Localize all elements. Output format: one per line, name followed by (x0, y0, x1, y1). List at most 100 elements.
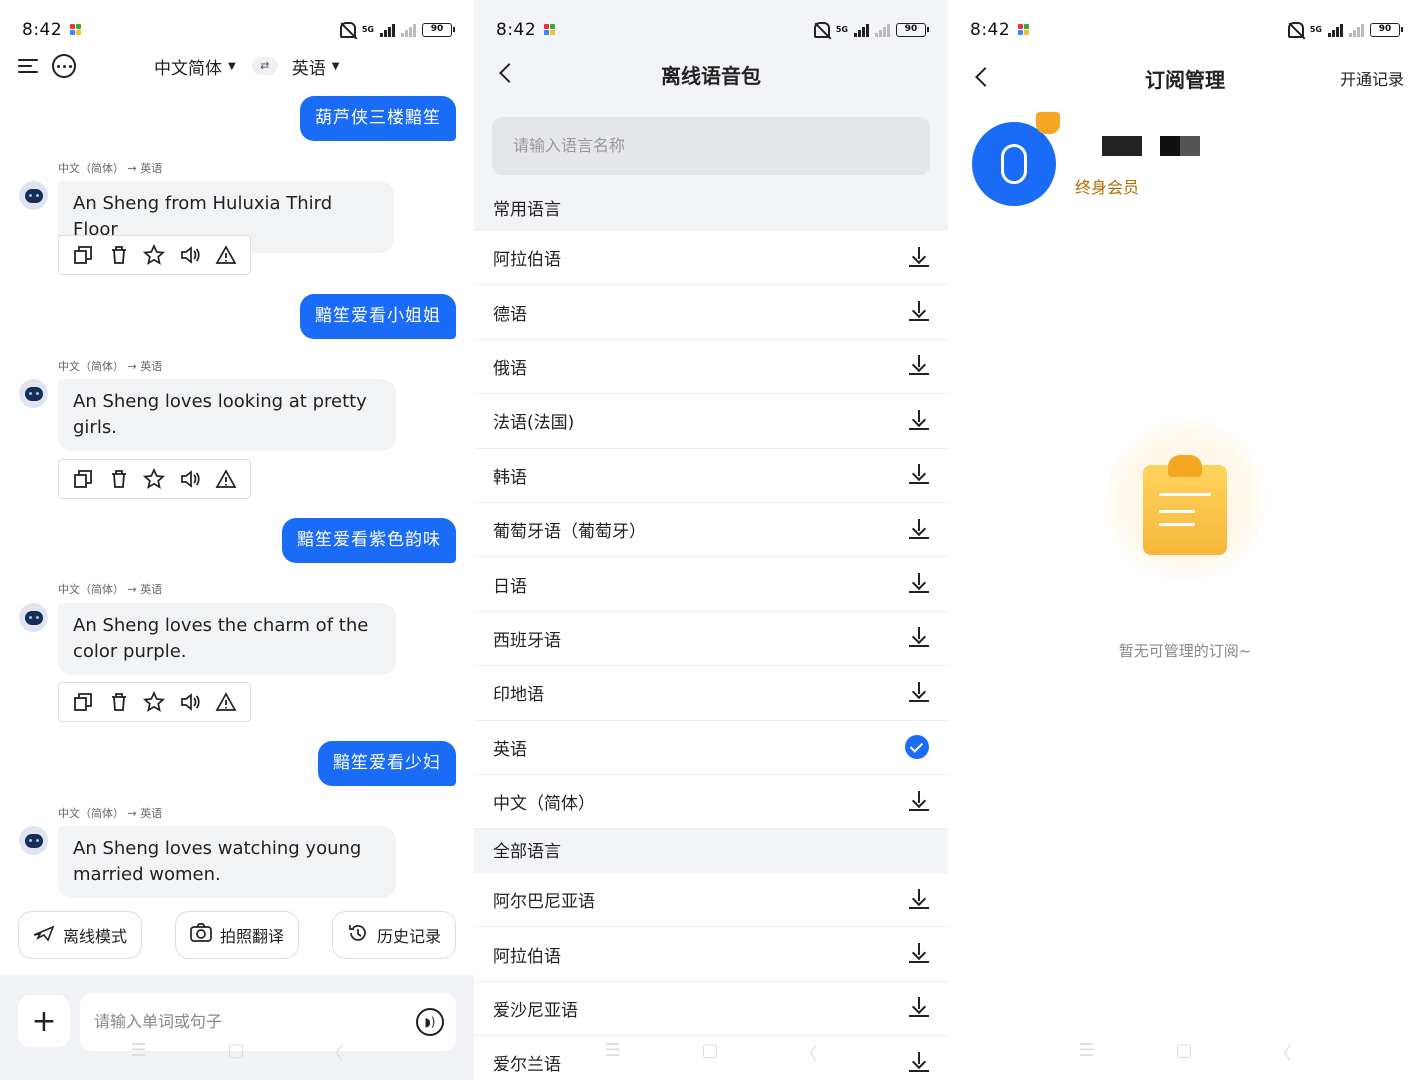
menu-icon[interactable] (18, 59, 40, 73)
copy-icon[interactable] (72, 244, 94, 266)
star-icon[interactable] (143, 244, 166, 266)
bot-avatar (19, 603, 48, 632)
warning-icon[interactable] (215, 244, 237, 266)
language-row[interactable]: 爱沙尼亚语 (474, 982, 948, 1037)
star-icon[interactable] (143, 468, 166, 490)
network-label: 5G (1309, 25, 1322, 34)
user-message[interactable]: 黯笙爱看小姐姐 (300, 294, 456, 339)
translation-direction: 中文（简体） → 英语 (58, 360, 163, 373)
download-icon[interactable] (909, 627, 929, 649)
language-row[interactable]: 德语 (474, 285, 948, 340)
back-icon[interactable] (499, 63, 519, 83)
language-row[interactable]: 法语(法国) (474, 394, 948, 449)
language-search-input[interactable]: 请输入语言名称 (492, 117, 930, 175)
download-icon[interactable] (909, 997, 929, 1019)
bot-translation[interactable]: An Sheng loves the charm of the color pu… (58, 603, 396, 675)
language-name: 中文（简体） (493, 794, 595, 815)
offline-mode-label: 离线模式 (62, 927, 127, 946)
copy-icon[interactable] (72, 691, 94, 713)
user-message[interactable]: 葫芦侠三楼黯笙 (300, 96, 456, 141)
download-icon[interactable] (909, 888, 929, 911)
download-icon[interactable] (909, 943, 929, 965)
battery-icon: 90 (896, 23, 929, 37)
language-row[interactable]: 印地语 (474, 666, 948, 721)
language-row[interactable]: 韩语 (474, 449, 948, 503)
crown-icon (1036, 112, 1060, 134)
download-icon[interactable] (909, 409, 929, 432)
speaker-icon[interactable] (179, 691, 201, 713)
warning-icon[interactable] (215, 691, 237, 713)
history-icon (347, 922, 369, 948)
back-icon[interactable] (975, 67, 995, 87)
speaker-icon[interactable] (179, 468, 201, 490)
signal-icon (1328, 23, 1343, 37)
translation-direction: 中文（简体） → 英语 (58, 583, 163, 596)
photo-translate-label: 拍照翻译 (219, 927, 284, 946)
voice-input-icon[interactable]: ◗) (416, 1008, 444, 1036)
language-name: 法语(法国) (493, 413, 575, 434)
empty-state-text: 暂无可管理的订阅~ (1118, 642, 1252, 660)
language-row[interactable]: 俄语 (474, 340, 948, 395)
battery-icon: 90 (1370, 23, 1403, 37)
mute-icon (1287, 22, 1304, 38)
user-message[interactable]: 黯笙爱看紫色韵味 (282, 518, 456, 563)
history-label: 历史记录 (376, 927, 441, 946)
header: 离线语音包 (474, 50, 948, 98)
target-language-selector[interactable]: 英语 (292, 54, 326, 79)
download-icon[interactable] (909, 355, 929, 377)
photo-translate-button[interactable]: 拍照翻译 (175, 911, 299, 959)
download-icon[interactable] (909, 464, 929, 486)
signal-2-icon (1349, 23, 1364, 37)
bot-translation[interactable]: An Sheng loves watching young married wo… (58, 826, 396, 898)
purchase-record-link[interactable]: 开通记录 (1340, 66, 1404, 90)
bot-avatar (19, 826, 48, 855)
network-label: 5G (361, 25, 374, 34)
message-actions (58, 459, 251, 499)
status-time: 8:42 (496, 20, 537, 40)
language-name: 日语 (493, 576, 527, 597)
ai-chat-icon[interactable] (52, 54, 76, 78)
download-icon[interactable] (909, 790, 929, 813)
translation-direction: 中文（简体） → 英语 (58, 162, 163, 175)
swap-languages-icon[interactable]: ⇄ (251, 57, 278, 75)
delete-icon[interactable] (108, 468, 130, 490)
warning-icon[interactable] (215, 468, 237, 490)
language-switcher: 中文简体 ▼ ⇄ 英语 ▼ (154, 50, 339, 82)
language-row[interactable]: 阿拉伯语 (474, 927, 948, 982)
language-name: 韩语 (493, 467, 527, 488)
delete-icon[interactable] (108, 691, 130, 713)
download-icon[interactable] (909, 246, 929, 269)
language-row[interactable]: 阿尔巴尼亚语 (474, 873, 948, 928)
language-row[interactable]: 中文（简体） (474, 775, 948, 830)
language-row[interactable]: 葡萄牙语（葡萄牙） (474, 503, 948, 558)
language-name: 德语 (493, 304, 527, 325)
history-button[interactable]: 历史记录 (332, 911, 456, 959)
offline-mode-button[interactable]: 离线模式 (18, 911, 142, 959)
header: 订阅管理 开通记录 (948, 54, 1422, 102)
status-bar: 8:42 5G 90 (496, 18, 929, 42)
source-language-selector[interactable]: 中文简体 (154, 54, 222, 79)
download-icon[interactable] (909, 518, 929, 541)
language-row[interactable]: 英语 (474, 721, 948, 775)
download-icon[interactable] (909, 681, 929, 704)
speaker-icon[interactable] (179, 244, 201, 266)
copy-icon[interactable] (72, 468, 94, 490)
user-message[interactable]: 黯笙爱看少妇 (318, 741, 456, 786)
download-icon[interactable] (909, 573, 929, 595)
member-type-label: 终身会员 (1075, 178, 1140, 197)
language-name: 印地语 (493, 685, 544, 706)
signal-icon (854, 23, 869, 37)
status-bar: 8:42 5G 90 (22, 18, 455, 42)
language-name: 阿尔巴尼亚语 (493, 892, 595, 913)
message-actions (58, 235, 251, 275)
subscription-screen: 8:42 5G 90 订阅管理 开通记录 终身会员 暂无可管理的订阅~ ☰ ▢ 〈 (948, 0, 1422, 1080)
download-icon[interactable] (909, 301, 929, 323)
language-row[interactable]: 日语 (474, 557, 948, 612)
delete-icon[interactable] (108, 244, 130, 266)
chevron-down-icon: ▼ (228, 60, 236, 72)
language-row[interactable]: 西班牙语 (474, 612, 948, 667)
camera-icon (190, 923, 212, 947)
bot-translation[interactable]: An Sheng loves looking at pretty girls. (58, 379, 396, 451)
star-icon[interactable] (143, 691, 166, 713)
language-row[interactable]: 阿拉伯语 (474, 231, 948, 286)
